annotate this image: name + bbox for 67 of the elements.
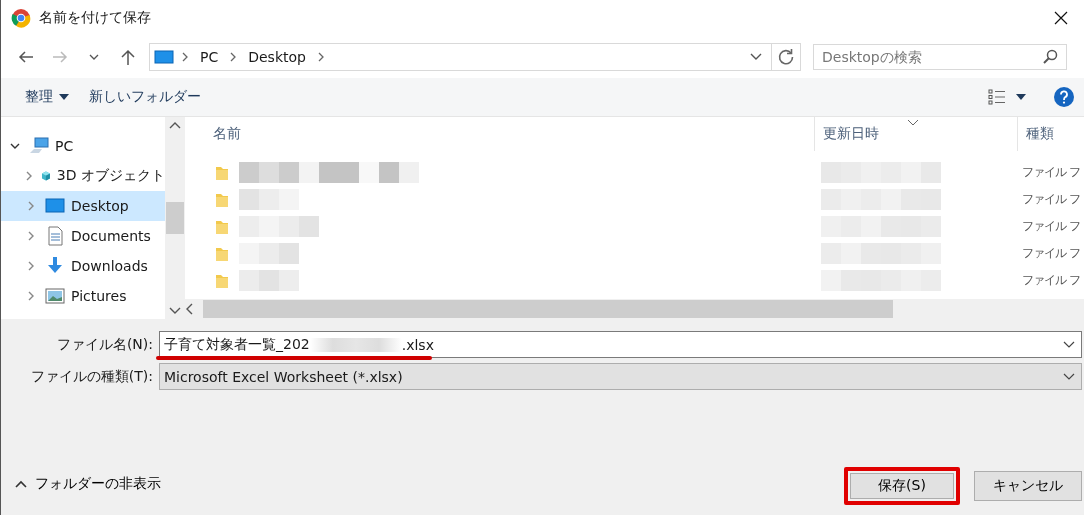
chevron-up-icon: [15, 480, 27, 488]
help-button[interactable]: [1054, 87, 1074, 107]
folder-icon: [215, 164, 229, 181]
chevron-down-icon[interactable]: [1063, 372, 1075, 381]
column-header[interactable]: 名前: [185, 117, 815, 151]
up-arrow-icon: [119, 48, 137, 66]
file-type-dropdown[interactable]: Microsoft Excel Worksheet (*.xlsx): [159, 363, 1082, 390]
field-label: ファイル名(N):: [55, 335, 154, 354]
column-header[interactable]: 種類: [1018, 117, 1084, 151]
sidebar-item[interactable]: 3D オブジェクト: [1, 161, 165, 191]
search-icon: [1042, 49, 1058, 65]
sidebar-item[interactable]: Desktop: [1, 191, 165, 221]
search-field[interactable]: Desktopの検索: [813, 44, 1067, 70]
table-cell-text: ファイル フ: [1021, 164, 1081, 181]
cancel-button[interactable]: キャンセル: [974, 471, 1082, 501]
vertical-scrollbar[interactable]: [165, 117, 185, 319]
sidebar-item[interactable]: Pictures: [1, 281, 165, 311]
browser-logo-icon: [11, 8, 31, 28]
redacted-name: [239, 243, 299, 264]
address-bar[interactable]: PC Desktop: [149, 43, 801, 71]
scroll-left-icon[interactable]: [185, 303, 195, 315]
breadcrumb[interactable]: Desktop: [244, 49, 310, 65]
filename-text: 子育て対象者一覧_202: [164, 335, 310, 354]
refresh-icon[interactable]: [777, 48, 795, 66]
window-title: 名前を付けて保存: [39, 9, 152, 27]
monitor-icon: [45, 196, 65, 216]
horizontal-scrollbar[interactable]: [185, 299, 1084, 319]
hide-folders-button[interactable]: フォルダーの非表示: [15, 475, 161, 501]
document-icon: [45, 226, 65, 246]
chevron-right-icon: [180, 51, 190, 63]
table-cell-text: ファイル フ: [1021, 272, 1081, 289]
table-cell-text: ファイル フ: [1021, 245, 1081, 262]
folder-icon: [215, 191, 229, 208]
redacted-name: [239, 189, 299, 210]
filename-extension: .xlsx: [401, 336, 434, 353]
sort-caret-icon: [907, 119, 919, 126]
dropdown-triangle-icon: [59, 94, 69, 100]
save-button[interactable]: 保存(S): [844, 467, 960, 505]
table-cell-text: ファイル フ: [1021, 191, 1081, 208]
scroll-up-icon[interactable]: [169, 121, 181, 129]
details-view-icon: [988, 89, 1006, 105]
new-folder-button[interactable]: 新しいフォルダー: [79, 84, 211, 110]
folder-icon: [215, 245, 229, 262]
field-label: ファイルの種類(T):: [29, 367, 154, 386]
scrollbar-thumb[interactable]: [203, 300, 893, 318]
computer-icon: [29, 136, 49, 156]
dropdown-triangle-icon: [1016, 94, 1026, 100]
folder-icon: [215, 218, 229, 235]
table-cell-text: ファイル フ: [1021, 218, 1081, 235]
sidebar-item[interactable]: PC: [1, 131, 165, 161]
sidebar-item[interactable]: Documents: [1, 221, 165, 251]
question-mark-icon: [1059, 90, 1069, 104]
scroll-down-icon[interactable]: [169, 307, 181, 315]
column-header[interactable]: 更新日時: [815, 117, 1018, 151]
picture-icon: [45, 286, 65, 306]
chevron-down-icon: [749, 52, 763, 62]
chevron-down-icon[interactable]: [1063, 340, 1075, 349]
redacted-name: [239, 270, 299, 291]
close-icon: [1054, 11, 1068, 25]
scrollbar-thumb[interactable]: [166, 202, 184, 234]
organize-menu[interactable]: 整理: [15, 84, 79, 110]
filename-field[interactable]: 子育て対象者一覧_202 .xlsx: [159, 331, 1082, 358]
sidebar-item[interactable]: Downloads: [1, 251, 165, 281]
view-options-button[interactable]: [986, 87, 1028, 107]
folder-icon: [215, 272, 229, 289]
breadcrumb[interactable]: PC: [196, 49, 223, 65]
monitor-icon: [154, 49, 174, 65]
